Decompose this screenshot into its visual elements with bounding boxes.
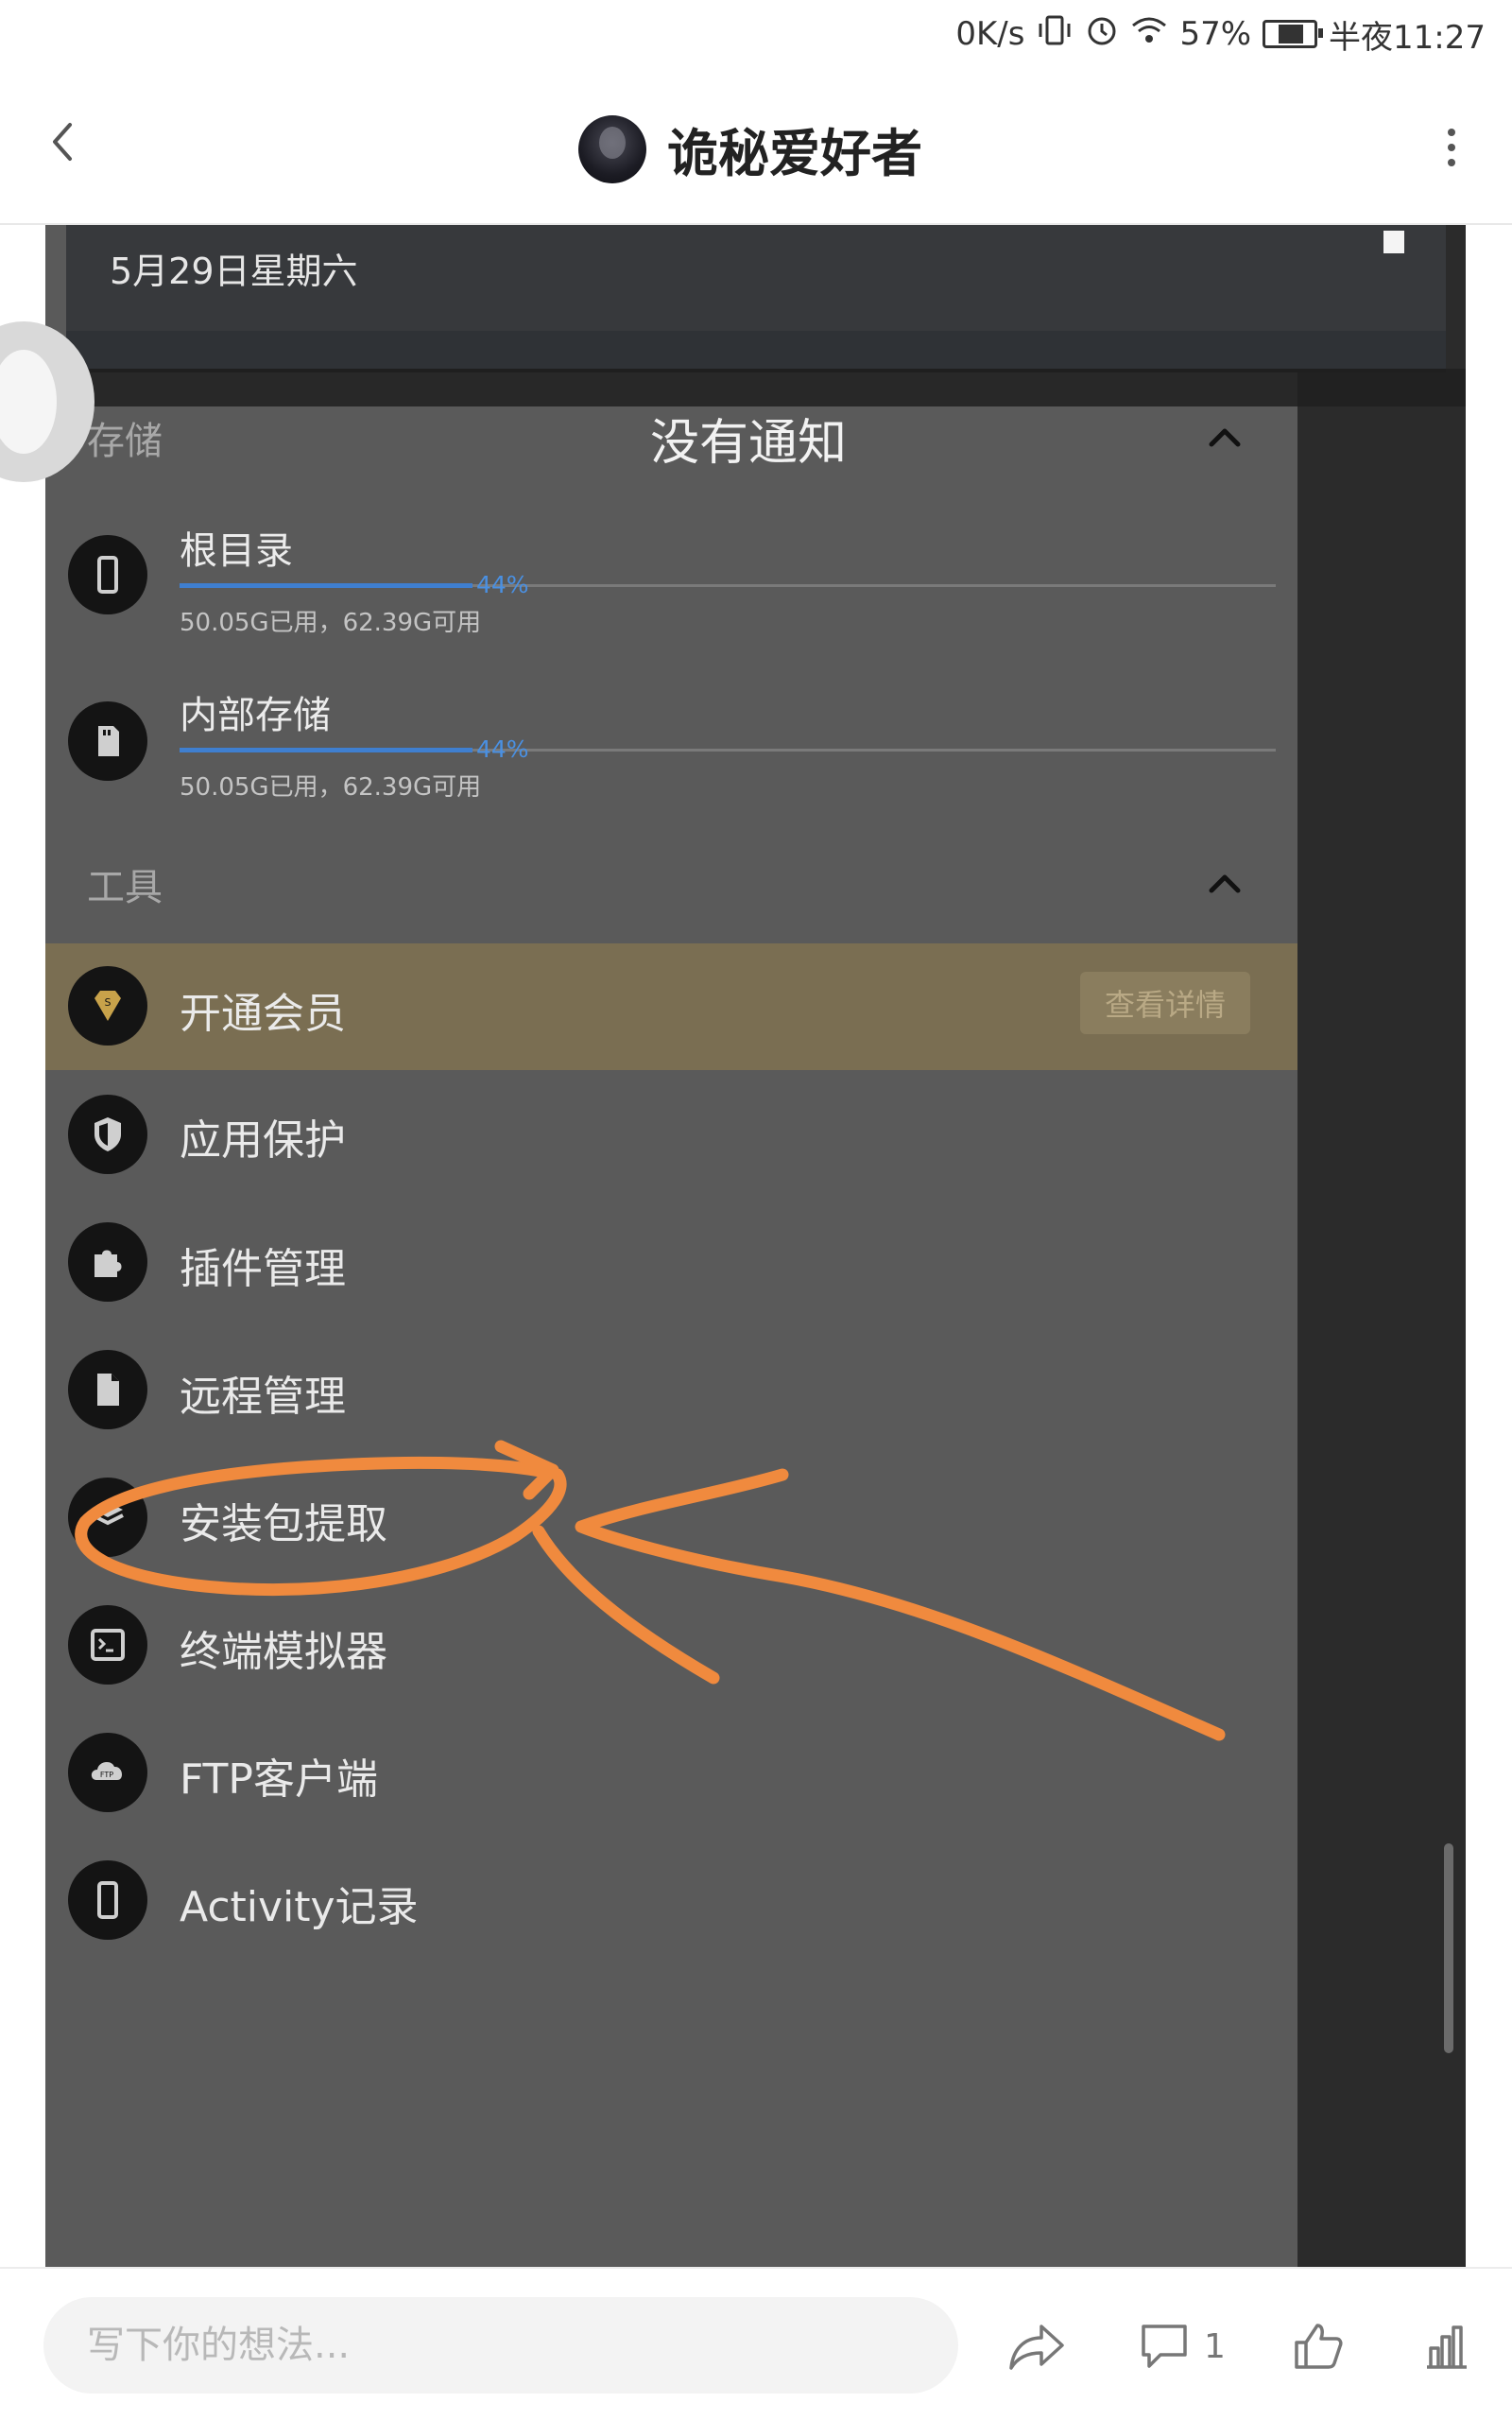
network-speed: 0K/s — [955, 15, 1025, 53]
stats-icon — [1427, 2325, 1467, 2369]
author-header[interactable]: 诡秘爱好者 — [578, 112, 922, 186]
side-panel — [1297, 225, 1466, 2267]
storage-root-usage: 50.05G已用，62.39G可用 — [180, 609, 482, 637]
no-notification-text: 没有通知 — [650, 415, 848, 472]
more-vertical-icon — [1444, 129, 1459, 166]
share-button[interactable] — [1007, 2318, 1066, 2375]
tool-apk-extract[interactable]: 安装包提取 — [180, 1490, 387, 1550]
avatar[interactable] — [578, 114, 646, 183]
storage-root-progress: 44% — [180, 571, 1276, 598]
like-icon — [1295, 2324, 1343, 2369]
terminal-icon — [68, 1605, 147, 1685]
battery-icon — [1263, 20, 1324, 48]
tool-activity-log[interactable]: Activity记录 — [180, 1873, 419, 1933]
top-bar: 诡秘爱好者 — [0, 68, 1512, 225]
document-icon — [68, 1350, 147, 1429]
like-button[interactable] — [1291, 2318, 1344, 2375]
square-indicator — [1383, 231, 1404, 253]
chevron-left-icon — [53, 123, 72, 161]
progress-percent: 44% — [476, 735, 529, 763]
tool-plugin-management[interactable]: 插件管理 — [180, 1235, 346, 1295]
post-image[interactable]: 5月29日星期六 没有通知 存储 根目录 44% 50.05G已用，62.39G… — [45, 225, 1466, 2267]
alarm-icon — [1085, 13, 1119, 56]
scrollbar[interactable] — [1444, 1843, 1453, 2053]
view-details-button[interactable]: 查看详情 — [1080, 972, 1250, 1034]
share-icon — [1009, 2325, 1064, 2370]
notification-card: 5月29日星期六 — [66, 225, 1446, 372]
more-button[interactable] — [1444, 123, 1459, 170]
status-bar: 0K/s 57% 半夜11:27 — [0, 0, 1512, 68]
tool-remote-management[interactable]: 远程管理 — [180, 1362, 346, 1423]
cloud-ftp-icon: FTP — [68, 1733, 147, 1812]
storage-internal-name[interactable]: 内部存储 — [180, 684, 331, 739]
progress-fill — [180, 583, 472, 588]
svg-text:FTP: FTP — [100, 1771, 113, 1779]
storage-internal-progress: 44% — [180, 735, 1276, 763]
storage-root-name[interactable]: 根目录 — [180, 520, 293, 575]
phone-icon — [68, 535, 147, 614]
battery-percent: 57% — [1179, 15, 1252, 53]
tool-ftp-client[interactable]: FTP客户端 — [180, 1745, 378, 1806]
chevron-up-icon[interactable] — [1206, 422, 1244, 450]
package-icon — [68, 1478, 147, 1557]
notification-date: 5月29日星期六 — [110, 251, 358, 292]
phone-icon — [68, 1860, 147, 1940]
puzzle-icon — [68, 1222, 147, 1302]
progress-percent: 44% — [476, 571, 529, 598]
progress-fill — [180, 748, 472, 752]
vip-diamond-icon: S — [68, 966, 147, 1046]
stats-button[interactable] — [1419, 2318, 1472, 2375]
storage-internal-usage: 50.05G已用，62.39G可用 — [180, 773, 482, 802]
bottom-action-bar: 1 — [0, 2267, 1512, 2420]
shield-icon — [68, 1095, 147, 1174]
vip-label: 开通会员 — [180, 990, 346, 1038]
comment-button[interactable]: 1 — [1138, 2318, 1226, 2375]
sd-card-icon — [68, 701, 147, 781]
tools-section-title: 工具 — [87, 866, 163, 909]
back-button[interactable] — [38, 113, 94, 170]
chevron-up-icon[interactable] — [1206, 868, 1244, 896]
vibrate-icon — [1036, 14, 1074, 55]
comment-icon — [1142, 2325, 1187, 2368]
page-title: 诡秘爱好者 — [667, 126, 922, 182]
svg-text:S: S — [105, 996, 112, 1009]
storage-section-title: 存储 — [87, 420, 163, 463]
comment-count: 1 — [1204, 2326, 1226, 2366]
comment-input[interactable] — [43, 2297, 958, 2394]
tool-app-protection[interactable]: 应用保护 — [180, 1106, 346, 1167]
wifi-icon — [1130, 15, 1168, 54]
clock: 半夜11:27 — [1329, 18, 1486, 57]
tool-terminal[interactable]: 终端模拟器 — [180, 1617, 387, 1678]
